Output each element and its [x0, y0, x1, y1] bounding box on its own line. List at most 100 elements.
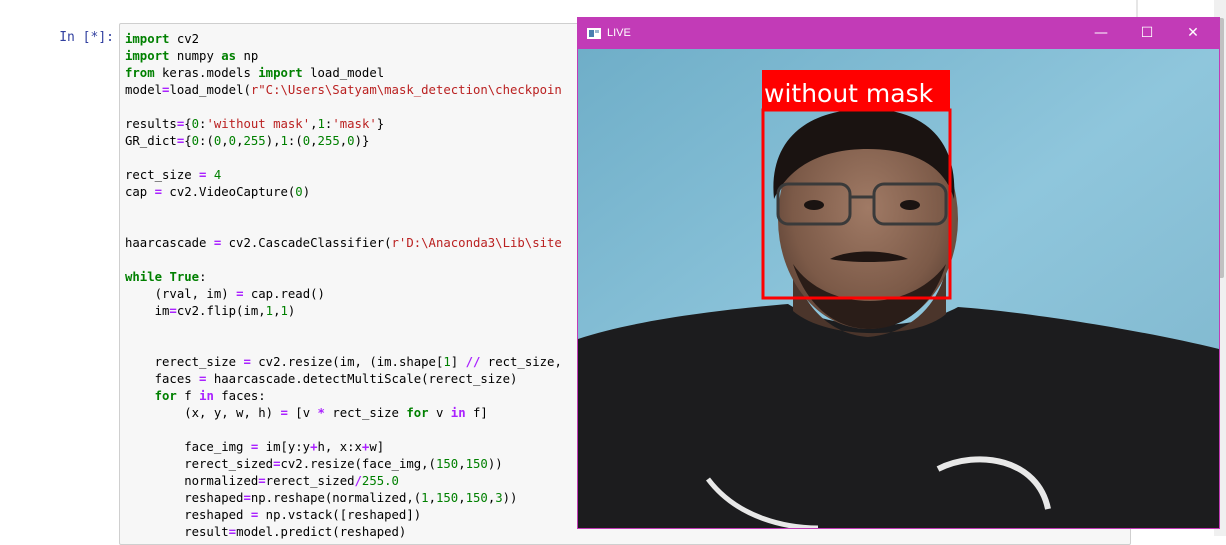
code-token: result: [125, 525, 229, 539]
code-token: im[y:y: [258, 440, 311, 454]
code-token: 0: [191, 117, 200, 131]
code-token: :(: [199, 134, 214, 148]
code-token: while: [125, 270, 163, 284]
webcam-frame: without mask: [578, 49, 1219, 528]
code-token: numpy: [169, 49, 222, 63]
code-token: ,: [310, 117, 318, 131]
code-token: model.predict(reshaped): [236, 525, 407, 539]
code-line[interactable]: faces = haarcascade.detectMultiScale(rer…: [125, 371, 562, 388]
code-line[interactable]: [125, 201, 562, 218]
code-token: f: [176, 389, 200, 403]
code-token: cv2.flip(im,: [176, 304, 266, 318]
code-token: haarcascade.detectMultiScale(rerect_size…: [206, 372, 518, 386]
code-line[interactable]: results={0:'without mask',1:'mask'}: [125, 116, 562, 133]
code-line[interactable]: cap = cv2.VideoCapture(0): [125, 184, 562, 201]
code-token: =: [258, 474, 266, 488]
code-line[interactable]: [125, 218, 562, 235]
minimize-button[interactable]: —: [1078, 18, 1124, 49]
code-token: cv2.resize(face_img,(: [280, 457, 436, 471]
code-token: in: [450, 406, 466, 420]
code-token: keras.models: [154, 66, 259, 80]
code-token: GR_dict: [125, 134, 177, 148]
code-token: {: [184, 117, 192, 131]
code-line[interactable]: rerect_size = cv2.resize(im, (im.shape[1…: [125, 354, 562, 371]
code-token: 1: [280, 134, 288, 148]
code-token: np: [236, 49, 259, 63]
code-line[interactable]: [125, 337, 562, 354]
code-line[interactable]: [125, 252, 562, 269]
app-icon: [587, 28, 601, 39]
code-token: cap.read(): [243, 287, 325, 301]
code-token: 255.0: [361, 474, 399, 488]
code-token: +: [310, 440, 318, 454]
code-token: reshaped: [125, 508, 251, 522]
code-token: =: [228, 525, 237, 539]
code-line[interactable]: result=model.predict(reshaped): [125, 524, 562, 541]
code-token: )): [502, 491, 518, 505]
code-token: ,: [458, 491, 466, 505]
code-token: 150: [435, 457, 459, 471]
code-line[interactable]: while True:: [125, 269, 562, 286]
code-token: (x, y, w, h): [125, 406, 281, 420]
maximize-icon: ☐: [1140, 25, 1154, 41]
code-token: :(: [287, 134, 303, 148]
code-token: ),: [265, 134, 281, 148]
code-line[interactable]: [125, 422, 562, 439]
code-token: 1: [443, 355, 451, 369]
person-shirt: [578, 304, 1219, 528]
code-token: faces:: [213, 389, 266, 403]
code-token: load_model: [302, 66, 385, 80]
code-line[interactable]: model=load_model(r"C:\Users\Satyam\mask_…: [125, 82, 562, 99]
code-token: 1: [265, 304, 274, 318]
code-token: )}: [354, 134, 370, 148]
code-editor[interactable]: import cv2 import numpy as np from keras.m…: [125, 31, 562, 541]
code-token: np.reshape(normalized,(: [250, 491, 422, 505]
code-token: f]: [465, 406, 488, 420]
code-line[interactable]: import cv2: [125, 31, 562, 48]
code-token: faces: [125, 372, 200, 386]
code-token: normalized: [125, 474, 259, 488]
live-window[interactable]: LIVE — ☐ ✕ without mask: [577, 17, 1220, 529]
code-line[interactable]: (x, y, w, h) = [v * rect_size for v in f…: [125, 405, 562, 422]
code-token: [v: [287, 406, 318, 420]
code-token: *: [317, 406, 325, 420]
window-titlebar[interactable]: LIVE — ☐ ✕: [578, 18, 1219, 49]
code-token: 'without mask': [206, 117, 311, 131]
code-line[interactable]: reshaped=np.reshape(normalized,(1,150,15…: [125, 490, 562, 507]
code-token: cv2.CascadeClassifier(: [221, 236, 392, 250]
code-line[interactable]: [125, 150, 562, 167]
code-token: for: [154, 389, 177, 403]
close-button[interactable]: ✕: [1170, 18, 1216, 49]
code-line[interactable]: for f in faces:: [125, 388, 562, 405]
code-line[interactable]: from keras.models import load_model: [125, 65, 562, 82]
code-token: h, x:x: [317, 440, 362, 454]
code-token: rect_size,: [480, 355, 562, 369]
code-token: 0: [191, 134, 200, 148]
code-token: model: [125, 83, 163, 97]
code-line[interactable]: im=cv2.flip(im,1,1): [125, 303, 562, 320]
code-line[interactable]: GR_dict={0:(0,0,255),1:(0,255,0)}: [125, 133, 562, 150]
code-line[interactable]: haarcascade = cv2.CascadeClassifier(r'D:…: [125, 235, 562, 252]
code-line[interactable]: (rval, im) = cap.read(): [125, 286, 562, 303]
maximize-button[interactable]: ☐: [1124, 18, 1170, 49]
code-token: haarcascade: [125, 236, 214, 250]
code-token: 1: [280, 304, 288, 318]
code-token: 150: [435, 491, 459, 505]
code-line[interactable]: [125, 99, 562, 116]
code-token: as: [221, 49, 237, 63]
code-line[interactable]: rerect_sized=cv2.resize(face_img,(150,15…: [125, 456, 562, 473]
code-line[interactable]: rect_size = 4: [125, 167, 562, 184]
code-line[interactable]: face_img = im[y:y+h, x:x+w]: [125, 439, 562, 456]
code-token: face_img: [125, 440, 251, 454]
window-title: LIVE: [607, 27, 631, 39]
code-token: rerect_sized: [125, 457, 274, 471]
code-line[interactable]: normalized=rerect_sized/255.0: [125, 473, 562, 490]
code-token: np.vstack([reshaped]): [258, 508, 422, 522]
code-token: =: [154, 185, 163, 199]
code-token: from: [125, 66, 155, 80]
code-line[interactable]: import numpy as np: [125, 48, 562, 65]
code-token: cv2.resize(im, (im.shape[: [250, 355, 444, 369]
code-line[interactable]: [125, 320, 562, 337]
code-line[interactable]: reshaped = np.vstack([reshaped]): [125, 507, 562, 524]
code-token: rect_size: [324, 406, 407, 420]
